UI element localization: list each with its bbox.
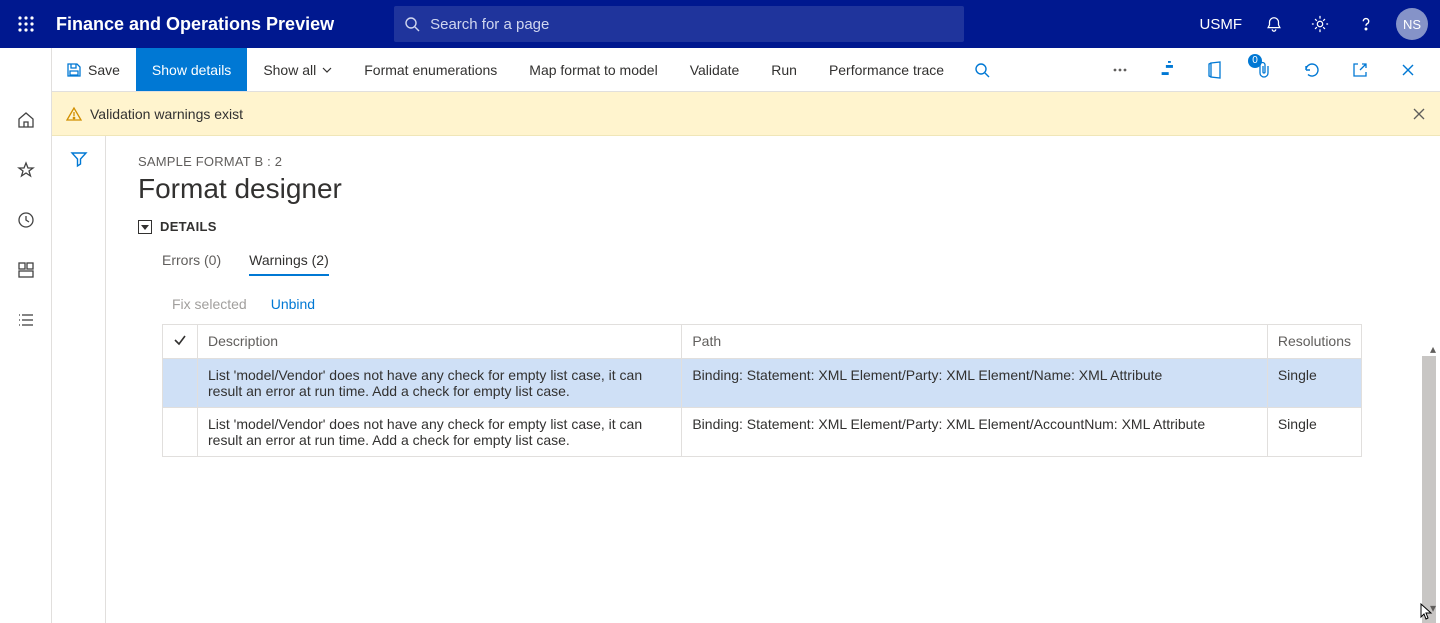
save-label: Save xyxy=(88,62,120,78)
popout-icon[interactable] xyxy=(1338,48,1382,92)
close-page-icon[interactable] xyxy=(1386,48,1430,92)
cell-path[interactable]: Binding: Statement: XML Element/Party: X… xyxy=(682,408,1268,457)
format-enumerations-button[interactable]: Format enumerations xyxy=(348,48,513,91)
filter-pane xyxy=(52,136,106,623)
cell-path[interactable]: Binding: Statement: XML Element/Party: X… xyxy=(682,359,1268,408)
cell-resolutions[interactable]: Single xyxy=(1267,359,1361,408)
user-avatar[interactable]: NS xyxy=(1396,8,1428,40)
warning-icon xyxy=(66,106,82,122)
settings-icon[interactable] xyxy=(1300,0,1340,48)
cell-resolutions[interactable]: Single xyxy=(1267,408,1361,457)
warnings-grid: Description Path Resolutions List 'model… xyxy=(162,324,1362,457)
unbind-button[interactable]: Unbind xyxy=(271,296,315,312)
company-picker[interactable]: USMF xyxy=(1194,16,1249,33)
workspaces-icon[interactable] xyxy=(3,248,49,292)
app-title: Finance and Operations Preview xyxy=(52,14,374,35)
save-icon xyxy=(66,62,82,78)
chevron-down-icon xyxy=(322,65,332,75)
more-icon[interactable] xyxy=(1098,48,1142,92)
run-button[interactable]: Run xyxy=(755,48,813,91)
tab-errors[interactable]: Errors (0) xyxy=(162,246,221,276)
search-box[interactable] xyxy=(394,6,964,42)
show-all-button[interactable]: Show all xyxy=(247,48,348,91)
col-resolutions[interactable]: Resolutions xyxy=(1267,325,1361,359)
table-actions: Fix selected Unbind xyxy=(172,296,1440,312)
scroll-down-icon[interactable]: ▾ xyxy=(1430,601,1436,615)
home-icon[interactable] xyxy=(3,98,49,142)
attachments-badge: 0 xyxy=(1248,54,1262,68)
search-input[interactable] xyxy=(428,15,954,34)
performance-trace-button[interactable]: Performance trace xyxy=(813,48,960,91)
collapse-icon xyxy=(138,220,152,234)
help-icon[interactable] xyxy=(1346,0,1386,48)
attachments-icon[interactable]: 0 xyxy=(1242,48,1286,92)
scrollbar-thumb[interactable] xyxy=(1422,356,1436,623)
left-rail xyxy=(0,48,52,623)
page-title: Format designer xyxy=(138,173,1440,205)
banner-close-icon[interactable] xyxy=(1412,107,1426,121)
select-all-checkbox[interactable] xyxy=(163,325,198,359)
validate-button[interactable]: Validate xyxy=(674,48,756,91)
main-content: SAMPLE FORMAT B : 2 Format designer DETA… xyxy=(106,136,1440,623)
top-bar: Finance and Operations Preview USMF NS xyxy=(0,0,1440,48)
banner-text: Validation warnings exist xyxy=(90,106,243,122)
search-icon xyxy=(404,16,420,32)
app-launcher-icon[interactable] xyxy=(0,15,52,33)
show-details-button[interactable]: Show details xyxy=(136,48,247,91)
details-toggle[interactable]: DETAILS xyxy=(138,219,1440,234)
options-icon[interactable] xyxy=(1146,48,1190,92)
tabs: Errors (0) Warnings (2) xyxy=(162,246,1440,276)
table-row[interactable]: List 'model/Vendor' does not have any ch… xyxy=(163,408,1362,457)
filter-icon[interactable] xyxy=(70,150,88,623)
cell-description[interactable]: List 'model/Vendor' does not have any ch… xyxy=(198,408,682,457)
command-bar: Save Show details Show all Format enumer… xyxy=(0,48,1440,92)
save-button[interactable]: Save xyxy=(50,48,136,91)
tab-warnings[interactable]: Warnings (2) xyxy=(249,246,329,276)
col-description[interactable]: Description xyxy=(198,325,682,359)
map-format-button[interactable]: Map format to model xyxy=(513,48,673,91)
validation-banner: Validation warnings exist xyxy=(52,92,1440,136)
row-select[interactable] xyxy=(163,359,198,408)
find-icon[interactable] xyxy=(960,48,1004,92)
breadcrumb: SAMPLE FORMAT B : 2 xyxy=(138,154,1440,169)
modules-icon[interactable] xyxy=(3,298,49,342)
col-path[interactable]: Path xyxy=(682,325,1268,359)
notifications-icon[interactable] xyxy=(1254,0,1294,48)
recent-icon[interactable] xyxy=(3,198,49,242)
refresh-icon[interactable] xyxy=(1290,48,1334,92)
fix-selected-button: Fix selected xyxy=(172,296,247,312)
table-row[interactable]: List 'model/Vendor' does not have any ch… xyxy=(163,359,1362,408)
office-icon[interactable] xyxy=(1194,48,1238,92)
cell-description[interactable]: List 'model/Vendor' does not have any ch… xyxy=(198,359,682,408)
favorites-icon[interactable] xyxy=(3,148,49,192)
row-select[interactable] xyxy=(163,408,198,457)
scroll-up-icon[interactable]: ▴ xyxy=(1430,342,1436,356)
